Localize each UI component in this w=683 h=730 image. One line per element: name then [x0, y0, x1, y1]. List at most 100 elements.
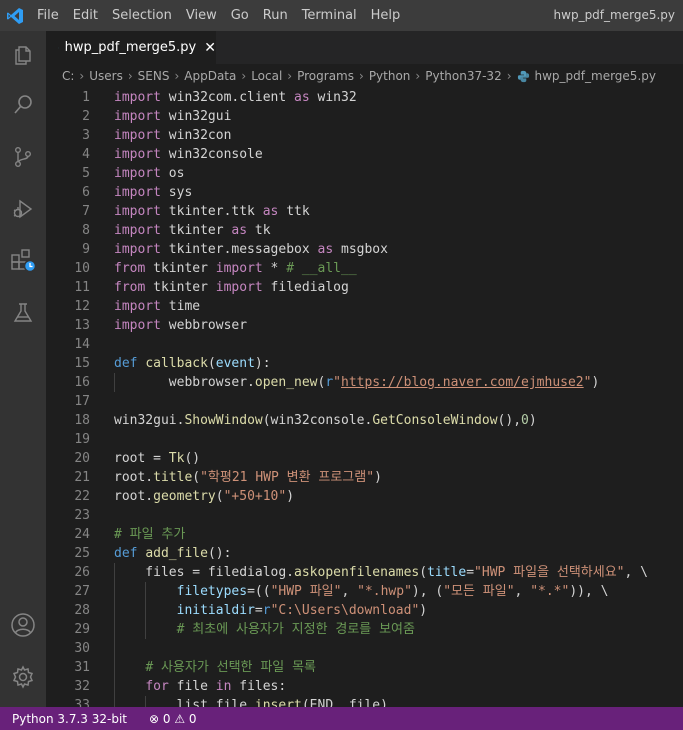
- line-number: 18: [74, 413, 90, 428]
- chevron-right-icon: ›: [359, 69, 364, 83]
- line-number: 13: [74, 318, 90, 333]
- explorer-icon[interactable]: [0, 31, 46, 79]
- code-line[interactable]: 8 import tkinter as tk: [46, 221, 683, 240]
- code-text: list_file.insert(END, file): [114, 696, 388, 707]
- line-number: 19: [74, 432, 90, 447]
- code-text: win32gui.ShowWindow(win32console.GetCons…: [114, 411, 537, 430]
- code-token: filetypes: [176, 584, 248, 599]
- line-number: 21: [74, 470, 90, 485]
- search-icon[interactable]: [0, 81, 46, 129]
- menu-selection[interactable]: Selection: [105, 0, 179, 31]
- code-line[interactable]: 21 root.title("학평21 HWP 변환 프로그램"): [46, 468, 683, 487]
- code-editor[interactable]: 1 import win32com.client as win32 2 import …: [46, 88, 683, 707]
- code-token: import: [215, 261, 263, 276]
- activity-bar: [0, 31, 46, 707]
- breadcrumb-item[interactable]: C:: [62, 69, 74, 83]
- problems-count[interactable]: ⊗ 0 ⚠ 0: [137, 712, 207, 726]
- code-token: from: [114, 280, 146, 295]
- code-token: root =: [114, 451, 169, 466]
- code-line[interactable]: 17: [46, 392, 683, 411]
- line-number: 31: [74, 660, 90, 675]
- code-line[interactable]: 14: [46, 335, 683, 354]
- code-line[interactable]: 4 import win32console: [46, 145, 683, 164]
- menu-help[interactable]: Help: [364, 0, 408, 31]
- account-icon[interactable]: [0, 601, 46, 649]
- menu-run[interactable]: Run: [256, 0, 295, 31]
- code-text: for file in files:: [114, 677, 286, 696]
- code-token: import: [114, 109, 161, 124]
- chevron-right-icon: ›: [415, 69, 421, 83]
- code-line[interactable]: 6 import sys: [46, 183, 683, 202]
- code-line[interactable]: 32 for file in files:: [46, 677, 683, 696]
- code-line[interactable]: 29 # 최초에 사용자가 지정한 경로를 보여줌: [46, 620, 683, 639]
- code-token: (: [207, 356, 216, 371]
- code-line[interactable]: 31 # 사용자가 선택한 파일 목록: [46, 658, 683, 677]
- code-line[interactable]: 15 def callback(event):: [46, 354, 683, 373]
- code-line[interactable]: 19: [46, 430, 683, 449]
- breadcrumb-item[interactable]: Users: [89, 69, 123, 83]
- code-line[interactable]: 30: [46, 639, 683, 658]
- line-number: 30: [74, 641, 90, 656]
- run-debug-icon[interactable]: [0, 185, 46, 233]
- code-token: sys: [160, 185, 193, 200]
- code-line[interactable]: 18 win32gui.ShowWindow(win32console.GetCo…: [46, 411, 683, 430]
- code-line[interactable]: 10 from tkinter import * # __all__: [46, 259, 683, 278]
- code-line[interactable]: 20 root = Tk(): [46, 449, 683, 468]
- code-line[interactable]: 2 import win32gui: [46, 107, 683, 126]
- code-line[interactable]: 28 initialdir=r"C:\Users\download"): [46, 601, 683, 620]
- menu-terminal[interactable]: Terminal: [295, 0, 364, 31]
- breadcrumb-item[interactable]: hwp_pdf_merge5.py: [535, 69, 656, 83]
- breadcrumb-item[interactable]: Python37-32: [425, 69, 501, 83]
- code-token: (: [419, 565, 428, 580]
- menu-go[interactable]: Go: [224, 0, 256, 31]
- python-interpreter[interactable]: Python 3.7.3 32-bit: [0, 712, 137, 726]
- code-token: insert: [254, 698, 302, 707]
- breadcrumb-item[interactable]: AppData: [184, 69, 236, 83]
- code-line[interactable]: 11 from tkinter import filedialog: [46, 278, 683, 297]
- code-line[interactable]: 16 webbrowser.open_new(r"https://blog.na…: [46, 373, 683, 392]
- code-line[interactable]: 23: [46, 506, 683, 525]
- tab-hwp-pdf-merge5[interactable]: hwp_pdf_merge5.py ✕: [46, 31, 216, 64]
- breadcrumb-item[interactable]: Python: [369, 69, 411, 83]
- code-line[interactable]: 7 import tkinter.ttk as ttk: [46, 202, 683, 221]
- status-bar: Python 3.7.3 32-bit ⊗ 0 ⚠ 0: [0, 707, 683, 730]
- code-line[interactable]: 33 list_file.insert(END, file): [46, 696, 683, 707]
- code-line[interactable]: 13 import webbrowser: [46, 316, 683, 335]
- menu-view[interactable]: View: [179, 0, 224, 31]
- line-number: 3: [82, 128, 90, 143]
- code-token: import: [114, 128, 161, 143]
- menu-file[interactable]: File: [30, 0, 66, 31]
- code-token: tkinter.ttk: [160, 204, 263, 219]
- line-number: 14: [74, 337, 90, 352]
- source-control-icon[interactable]: [0, 133, 46, 181]
- chevron-right-icon: ›: [287, 69, 293, 83]
- code-line[interactable]: 12 import time: [46, 297, 683, 316]
- breadcrumb-item[interactable]: SENS: [138, 69, 170, 83]
- breadcrumb-item[interactable]: Programs: [297, 69, 354, 83]
- testing-icon[interactable]: [0, 289, 46, 337]
- code-line[interactable]: 22 root.geometry("+50+10"): [46, 487, 683, 506]
- code-token: import: [114, 299, 161, 314]
- code-line[interactable]: 26 files = filedialog.askopenfilenames(t…: [46, 563, 683, 582]
- line-number: 23: [74, 508, 90, 523]
- code-token: msgbox: [333, 242, 388, 257]
- code-line[interactable]: 27 filetypes=(("HWP 파일", "*.hwp"), ("모든 …: [46, 582, 683, 601]
- code-line[interactable]: 24 # 파일 추가: [46, 525, 683, 544]
- code-token: "HWP 파일": [270, 584, 342, 599]
- close-icon[interactable]: ✕: [204, 40, 216, 56]
- breadcrumb-item[interactable]: Local: [251, 69, 282, 83]
- code-line[interactable]: 3 import win32con: [46, 126, 683, 145]
- settings-gear-icon[interactable]: [0, 653, 46, 701]
- code-line[interactable]: 25 def add_file():: [46, 544, 683, 563]
- code-token: ,: [341, 584, 358, 599]
- code-line[interactable]: 5 import os: [46, 164, 683, 183]
- code-line[interactable]: 1 import win32com.client as win32: [46, 88, 683, 107]
- code-token: ": [333, 375, 341, 390]
- extensions-icon[interactable]: [0, 237, 46, 285]
- menu-edit[interactable]: Edit: [66, 0, 105, 31]
- code-token: files = filedialog.: [114, 565, 295, 580]
- code-token: import: [114, 185, 161, 200]
- code-token: =((: [247, 584, 271, 599]
- line-number: 2: [82, 109, 90, 124]
- code-line[interactable]: 9 import tkinter.messagebox as msgbox: [46, 240, 683, 259]
